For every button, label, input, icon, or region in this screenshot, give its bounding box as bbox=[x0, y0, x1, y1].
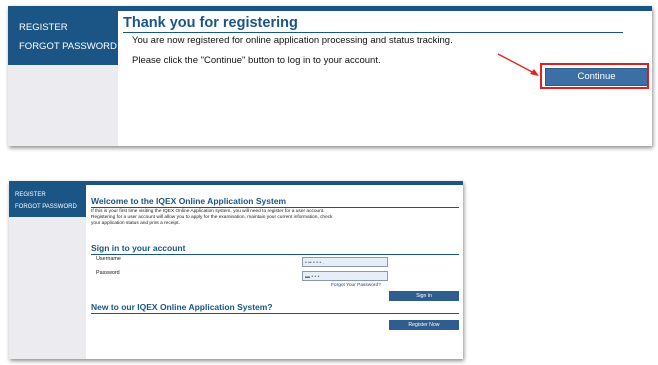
register-now-button[interactable]: Register Now bbox=[389, 320, 459, 330]
sidebar-item-register[interactable]: REGISTER bbox=[15, 192, 46, 198]
divider bbox=[91, 254, 459, 255]
forgot-password-link[interactable]: Forgot Your Password? bbox=[331, 283, 381, 288]
username-input[interactable]: • ▪• • • • . bbox=[302, 257, 388, 267]
password-label: Password bbox=[96, 270, 120, 276]
welcome-title: Welcome to the IQEX Online Application S… bbox=[91, 196, 287, 206]
sign-in-button[interactable]: Sign in bbox=[389, 291, 459, 301]
continue-button[interactable]: Continue bbox=[545, 68, 648, 86]
divider bbox=[91, 207, 459, 208]
sidebar-item-forgot-password[interactable]: FORGOT PASSWORD bbox=[15, 204, 77, 210]
new-user-title: New to our IQEX Online Application Syste… bbox=[91, 302, 273, 312]
welcome-line: your application status and print a rece… bbox=[91, 221, 180, 226]
sidebar-nav: REGISTER FORGOT PASSWORD bbox=[9, 185, 86, 217]
divider bbox=[91, 313, 459, 314]
sidebar: REGISTER FORGOT PASSWORD bbox=[9, 185, 86, 359]
registration-confirmation-panel: REGISTER FORGOT PASSWORD Thank you for r… bbox=[8, 6, 652, 146]
signin-title: Sign in to your account bbox=[91, 243, 186, 253]
welcome-text: If this is your first time visiting the … bbox=[91, 209, 391, 227]
password-input[interactable]: ▬ • • • bbox=[302, 271, 388, 281]
username-label: Username bbox=[96, 256, 121, 262]
login-panel: REGISTER FORGOT PASSWORD Welcome to the … bbox=[9, 181, 463, 359]
